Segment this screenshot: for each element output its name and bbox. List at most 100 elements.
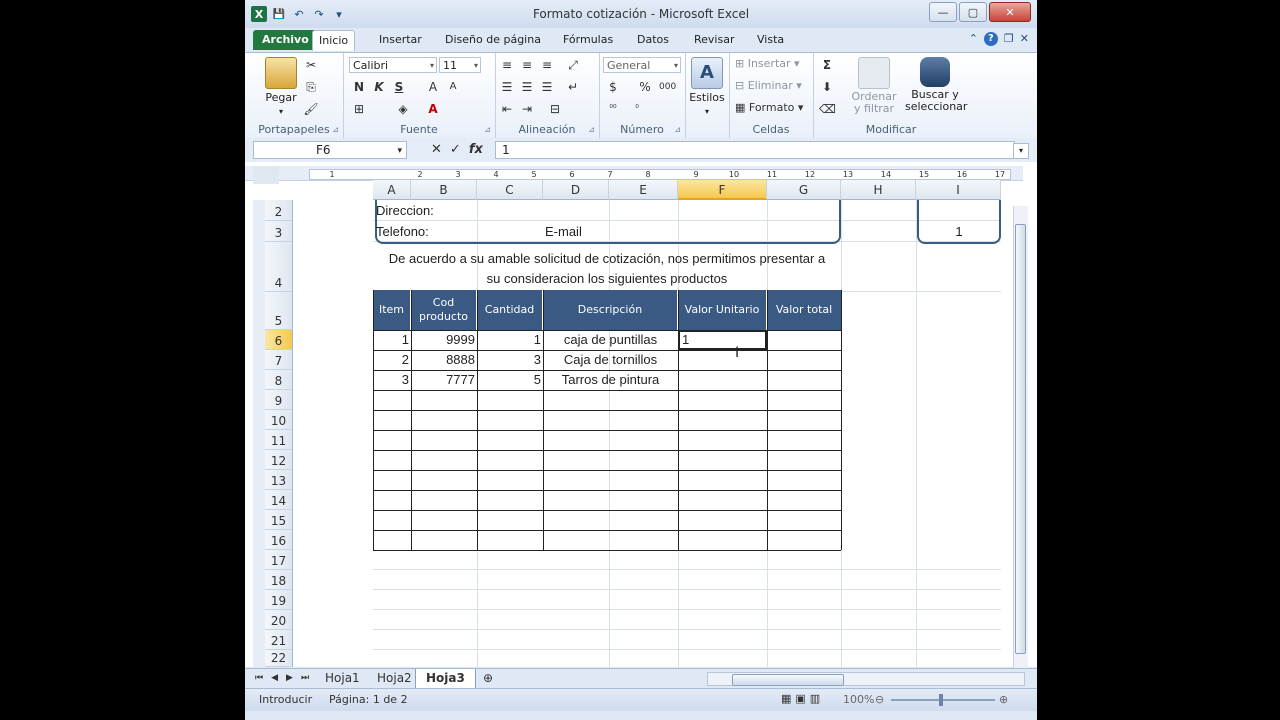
last-sheet-icon[interactable]: ⏭	[301, 673, 309, 683]
fill-color-icon[interactable]: ◈	[395, 101, 411, 117]
tab-formulas[interactable]: Fórmulas	[557, 30, 619, 50]
orientation-icon[interactable]: ⤢	[565, 57, 581, 73]
horizontal-scrollbar[interactable]	[707, 672, 1025, 686]
close-button[interactable]: ✕	[989, 2, 1031, 22]
paste-button[interactable]: Pegar ▾	[263, 57, 299, 117]
col-header-h[interactable]: H	[841, 180, 916, 200]
col-header-e[interactable]: E	[609, 180, 678, 200]
th-descripcion[interactable]: Descripción	[543, 290, 678, 330]
th-cod-producto[interactable]: Cod producto	[411, 290, 477, 330]
autosum-button[interactable]: Σ	[819, 57, 835, 73]
row-header-2[interactable]: 2	[265, 200, 293, 221]
row-header-10[interactable]: 10	[265, 410, 293, 430]
zoom-slider-thumb[interactable]	[939, 694, 943, 706]
row-header-15[interactable]: 15	[265, 510, 293, 530]
percent-button[interactable]: %	[637, 79, 653, 95]
fill-icon[interactable]: ⬇	[819, 79, 835, 95]
cell-descripcion[interactable]: Caja de tornillos	[543, 352, 678, 367]
row-header-8[interactable]: 8	[265, 370, 293, 390]
cell-cantidad[interactable]: 3	[477, 352, 541, 367]
zoom-level[interactable]: 100%	[843, 693, 874, 706]
align-center-icon[interactable]: ☰	[519, 79, 535, 95]
formula-input[interactable]: 1	[495, 141, 1015, 159]
active-cell-f6[interactable]	[678, 330, 767, 350]
cell-cantidad[interactable]: 5	[477, 372, 541, 387]
font-name-combo[interactable]: Calibri ▾	[349, 57, 437, 73]
font-launcher-icon[interactable]: ⊿	[484, 125, 491, 134]
increase-indent-icon[interactable]: ⇥	[519, 101, 535, 117]
font-size-combo[interactable]: 11 ▾	[439, 57, 481, 73]
enter-icon[interactable]: ✓	[450, 142, 461, 157]
bold-button[interactable]: N	[351, 79, 367, 95]
col-header-g[interactable]: G	[767, 180, 841, 200]
new-sheet-icon[interactable]: ⊕	[473, 669, 503, 688]
cancel-icon[interactable]: ✕	[431, 142, 442, 157]
restore-window-icon[interactable]: ❐	[1004, 32, 1014, 46]
tab-insertar[interactable]: Insertar	[373, 30, 428, 50]
clipboard-launcher-icon[interactable]: ⊿	[332, 125, 339, 134]
zoom-out-icon[interactable]: ⊖	[875, 693, 884, 706]
select-all-button[interactable]	[253, 166, 279, 184]
row-header-17[interactable]: 17	[265, 550, 293, 570]
cell-descripcion[interactable]: Tarros de pintura	[543, 372, 678, 387]
row-header-4[interactable]: 4	[265, 242, 293, 292]
th-cantidad[interactable]: Cantidad	[477, 290, 543, 330]
tab-diseno-pagina[interactable]: Diseño de página	[439, 30, 547, 50]
cell-descripcion[interactable]: caja de puntillas	[543, 332, 678, 347]
prev-sheet-icon[interactable]: ◀	[271, 673, 278, 683]
row-header-16[interactable]: 16	[265, 530, 293, 550]
row-header-5[interactable]: 5	[265, 292, 293, 330]
th-valor-unitario[interactable]: Valor Unitario	[678, 290, 767, 330]
telefono-label[interactable]: Telefono:	[376, 224, 429, 239]
align-left-icon[interactable]: ☰	[499, 79, 515, 95]
cell-cod[interactable]: 8888	[411, 352, 475, 367]
sort-filter-button[interactable]: Ordenar y filtrar	[847, 57, 901, 115]
alignment-launcher-icon[interactable]: ⊿	[588, 125, 595, 134]
format-painter-icon[interactable]: 🖌	[303, 101, 319, 117]
row-header-13[interactable]: 13	[265, 470, 293, 490]
merge-center-icon[interactable]: ⊟	[547, 101, 563, 117]
cell-cod[interactable]: 7777	[411, 372, 475, 387]
col-header-b[interactable]: B	[411, 180, 477, 200]
insert-function-icon[interactable]: fx	[469, 142, 483, 157]
intro-line-1[interactable]: De acuerdo a su amable solicitud de coti…	[373, 251, 841, 266]
cell-cantidad[interactable]: 1	[477, 332, 541, 347]
col-header-d[interactable]: D	[543, 180, 609, 200]
horizontal-scroll-thumb[interactable]	[732, 674, 844, 686]
th-item[interactable]: Item	[373, 290, 411, 330]
col-header-c[interactable]: C	[477, 180, 543, 200]
copy-icon[interactable]: ⎘	[303, 79, 319, 95]
direccion-label[interactable]: Direccion:	[376, 203, 434, 218]
col-header-a[interactable]: A	[373, 180, 411, 200]
maximize-button[interactable]: ▢	[959, 2, 987, 22]
row-header-19[interactable]: 19	[265, 590, 293, 610]
row-header-11[interactable]: 11	[265, 430, 293, 450]
italic-button[interactable]: K	[371, 79, 387, 95]
col-header-f[interactable]: F	[678, 180, 767, 200]
currency-button[interactable]: $	[605, 79, 621, 95]
wrap-text-icon[interactable]: ↵	[565, 79, 581, 95]
cut-icon[interactable]: ✂	[303, 57, 319, 73]
format-cells-button[interactable]: ▦ Formato ▾	[735, 101, 803, 114]
row-header-7[interactable]: 7	[265, 350, 293, 370]
tab-inicio[interactable]: Inicio	[312, 30, 356, 51]
align-middle-icon[interactable]: ≡	[519, 57, 535, 73]
vertical-scroll-thumb[interactable]	[1015, 224, 1026, 654]
insert-cells-button[interactable]: ⊞ Insertar ▾	[735, 57, 800, 70]
sheet-tab-hoja3[interactable]: Hoja3	[415, 669, 476, 689]
font-color-button[interactable]: A	[425, 101, 441, 117]
zoom-in-icon[interactable]: ⊕	[999, 693, 1008, 706]
vertical-scrollbar[interactable]	[1013, 206, 1028, 668]
close-workbook-icon[interactable]: ✕	[1020, 32, 1029, 46]
col-header-i[interactable]: I	[916, 180, 1001, 200]
shrink-font-button[interactable]: A	[445, 79, 461, 95]
increase-decimal-icon[interactable]: ⁰⁰	[605, 101, 621, 117]
minimize-ribbon-icon[interactable]: ⌃	[969, 32, 978, 46]
decrease-decimal-icon[interactable]: ⁰	[629, 101, 645, 117]
row-header-14[interactable]: 14	[265, 490, 293, 510]
row-header-12[interactable]: 12	[265, 450, 293, 470]
decrease-indent-icon[interactable]: ⇤	[499, 101, 515, 117]
email-label[interactable]: E-mail	[545, 224, 582, 239]
grow-font-button[interactable]: A	[425, 79, 441, 95]
align-right-icon[interactable]: ☰	[539, 79, 555, 95]
